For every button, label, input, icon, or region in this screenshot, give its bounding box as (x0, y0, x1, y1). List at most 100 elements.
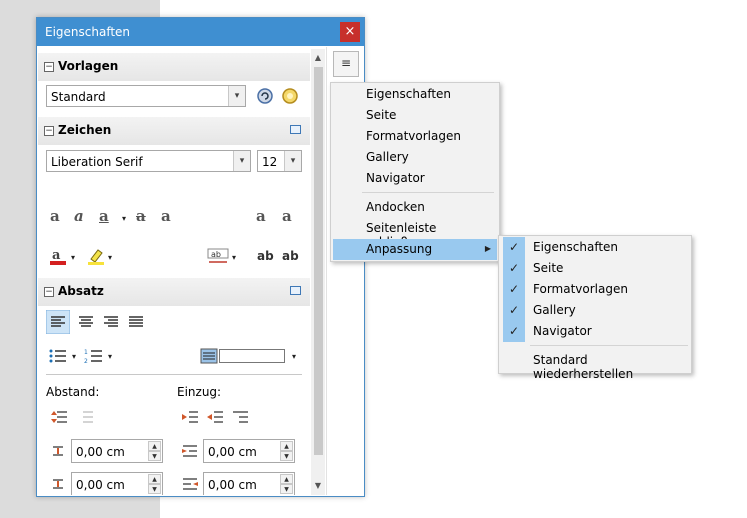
scrollbar-thumb[interactable] (314, 67, 323, 455)
menu-item-properties[interactable]: Eigenschaften (333, 84, 497, 105)
font-color-icon[interactable]: a (48, 247, 68, 265)
chevron-down-icon[interactable]: ▾ (72, 352, 76, 361)
align-left-icon[interactable] (46, 310, 70, 334)
below-spacing-icon[interactable] (50, 476, 66, 492)
svg-text:a: a (52, 248, 61, 263)
decrease-spacing-icon[interactable] (76, 409, 94, 425)
spin-down-icon[interactable]: ▼ (148, 484, 161, 494)
divider (46, 374, 302, 375)
italic-icon[interactable]: a (74, 207, 84, 225)
chevron-down-icon[interactable]: ▾ (122, 214, 126, 223)
font-name-select[interactable]: Liberation Serif ▾ (46, 150, 251, 172)
chevron-down-icon[interactable]: ▾ (71, 253, 75, 262)
sidebar-menu: Eigenschaften Seite Formatvorlagen Galle… (330, 82, 500, 262)
increase-indent-icon[interactable] (181, 409, 199, 425)
increase-font-icon[interactable]: a (256, 207, 266, 225)
highlight-color-icon[interactable] (86, 247, 106, 265)
vertical-scrollbar[interactable]: ▲ ▼ (311, 49, 325, 495)
font-size-value: 12 (262, 155, 278, 169)
spin-down-icon[interactable]: ▼ (280, 484, 293, 494)
before-text-indent-value: 0,00 cm (208, 445, 257, 459)
menu-item-navigator[interactable]: Navigator (333, 168, 497, 189)
shadow-icon[interactable]: a (161, 207, 171, 225)
customize-submenu: ✓ Eigenschaften ✓ Seite ✓ Formatvorlagen… (498, 235, 692, 381)
background-color-swatch[interactable] (219, 349, 285, 363)
collapse-icon[interactable]: − (44, 126, 54, 136)
menu-item-customize[interactable]: Anpassung ▶ (333, 239, 497, 260)
svg-text:1: 1 (84, 349, 88, 356)
after-text-indent-field[interactable]: 0,00 cm ▲ ▼ (203, 472, 295, 495)
after-text-indent-icon[interactable] (181, 476, 199, 492)
subscript-icon[interactable]: ab (282, 249, 299, 263)
justify-icon[interactable] (124, 310, 148, 334)
menu-item-gallery[interactable]: Gallery (333, 147, 497, 168)
collapse-icon[interactable]: − (44, 287, 54, 297)
properties-window: Eigenschaften × − Vorlagen Standard ▾ − … (36, 17, 365, 497)
spin-down-icon[interactable]: ▼ (148, 451, 161, 461)
strikethrough-icon[interactable]: a (136, 207, 146, 225)
chevron-down-icon[interactable]: ▾ (233, 151, 250, 171)
underline-icon[interactable]: a (99, 207, 109, 225)
chevron-down-icon[interactable]: ▾ (228, 86, 245, 106)
before-text-indent-field[interactable]: 0,00 cm ▲ ▼ (203, 439, 295, 463)
submenu-item-navigator[interactable]: ✓ Navigator (501, 321, 689, 342)
update-style-icon[interactable] (256, 87, 274, 105)
submenu-item-properties[interactable]: ✓ Eigenschaften (501, 237, 689, 258)
menu-item-dock[interactable]: Andocken (333, 197, 497, 218)
section-paragraph-title: Absatz (58, 284, 104, 298)
collapse-icon[interactable]: − (44, 62, 54, 72)
before-text-indent-icon[interactable] (181, 443, 199, 459)
close-button[interactable]: × (340, 22, 360, 42)
bullet-list-icon[interactable] (48, 347, 68, 365)
style-select[interactable]: Standard ▾ (46, 85, 246, 107)
svg-text:ab: ab (211, 250, 221, 259)
menu-item-styles[interactable]: Formatvorlagen (333, 126, 497, 147)
decrease-indent-icon[interactable] (206, 409, 224, 425)
style-select-value: Standard (51, 90, 106, 104)
hanging-indent-icon[interactable] (231, 409, 249, 425)
paragraph-background-icon[interactable] (200, 348, 218, 364)
spin-up-icon[interactable]: ▲ (148, 474, 161, 484)
section-character-header[interactable]: − Zeichen (38, 117, 310, 145)
submenu-item-styles[interactable]: ✓ Formatvorlagen (501, 279, 689, 300)
sidebar-menu-button[interactable]: ≡ (333, 51, 359, 77)
more-options-icon[interactable] (290, 286, 301, 295)
below-spacing-field[interactable]: 0,00 cm ▲ ▼ (71, 472, 163, 495)
align-right-icon[interactable] (99, 310, 123, 334)
new-style-icon[interactable] (281, 87, 299, 105)
svg-text:2: 2 (84, 358, 88, 365)
scroll-up-icon[interactable]: ▲ (311, 51, 325, 65)
font-size-select[interactable]: 12 ▾ (257, 150, 302, 172)
section-paragraph-header[interactable]: − Absatz (38, 278, 310, 306)
title-bar[interactable]: Eigenschaften × (37, 18, 364, 46)
spin-down-icon[interactable]: ▼ (280, 451, 293, 461)
more-options-icon[interactable] (290, 125, 301, 134)
spin-up-icon[interactable]: ▲ (280, 474, 293, 484)
chevron-down-icon[interactable]: ▾ (232, 253, 236, 262)
check-icon: ✓ (503, 237, 525, 258)
decrease-font-icon[interactable]: a (282, 207, 292, 225)
submenu-item-gallery[interactable]: ✓ Gallery (501, 300, 689, 321)
spin-up-icon[interactable]: ▲ (148, 441, 161, 451)
superscript-icon[interactable]: ab (257, 249, 274, 263)
chevron-down-icon[interactable]: ▾ (292, 352, 296, 361)
submenu-item-reset[interactable]: Standard wiederherstellen (501, 350, 689, 381)
above-spacing-field[interactable]: 0,00 cm ▲ ▼ (71, 439, 163, 463)
menu-item-close-sidebar[interactable]: Seitenleiste schließen (333, 218, 497, 249)
chevron-down-icon[interactable]: ▾ (284, 151, 301, 171)
submenu-item-page[interactable]: ✓ Seite (501, 258, 689, 279)
section-styles-header[interactable]: − Vorlagen (38, 53, 310, 81)
character-spacing-icon[interactable]: ab (207, 247, 229, 265)
chevron-down-icon[interactable]: ▾ (108, 253, 112, 262)
scroll-down-icon[interactable]: ▼ (311, 479, 325, 493)
numbered-list-icon[interactable]: 1 2 (84, 347, 104, 365)
bold-icon[interactable]: a (50, 207, 60, 225)
above-spacing-icon[interactable] (50, 443, 66, 459)
increase-spacing-icon[interactable] (50, 409, 68, 425)
check-icon: ✓ (503, 258, 525, 279)
menu-item-page[interactable]: Seite (333, 105, 497, 126)
spin-up-icon[interactable]: ▲ (280, 441, 293, 451)
below-spacing-value: 0,00 cm (76, 478, 125, 492)
chevron-down-icon[interactable]: ▾ (108, 352, 112, 361)
align-center-icon[interactable] (74, 310, 98, 334)
